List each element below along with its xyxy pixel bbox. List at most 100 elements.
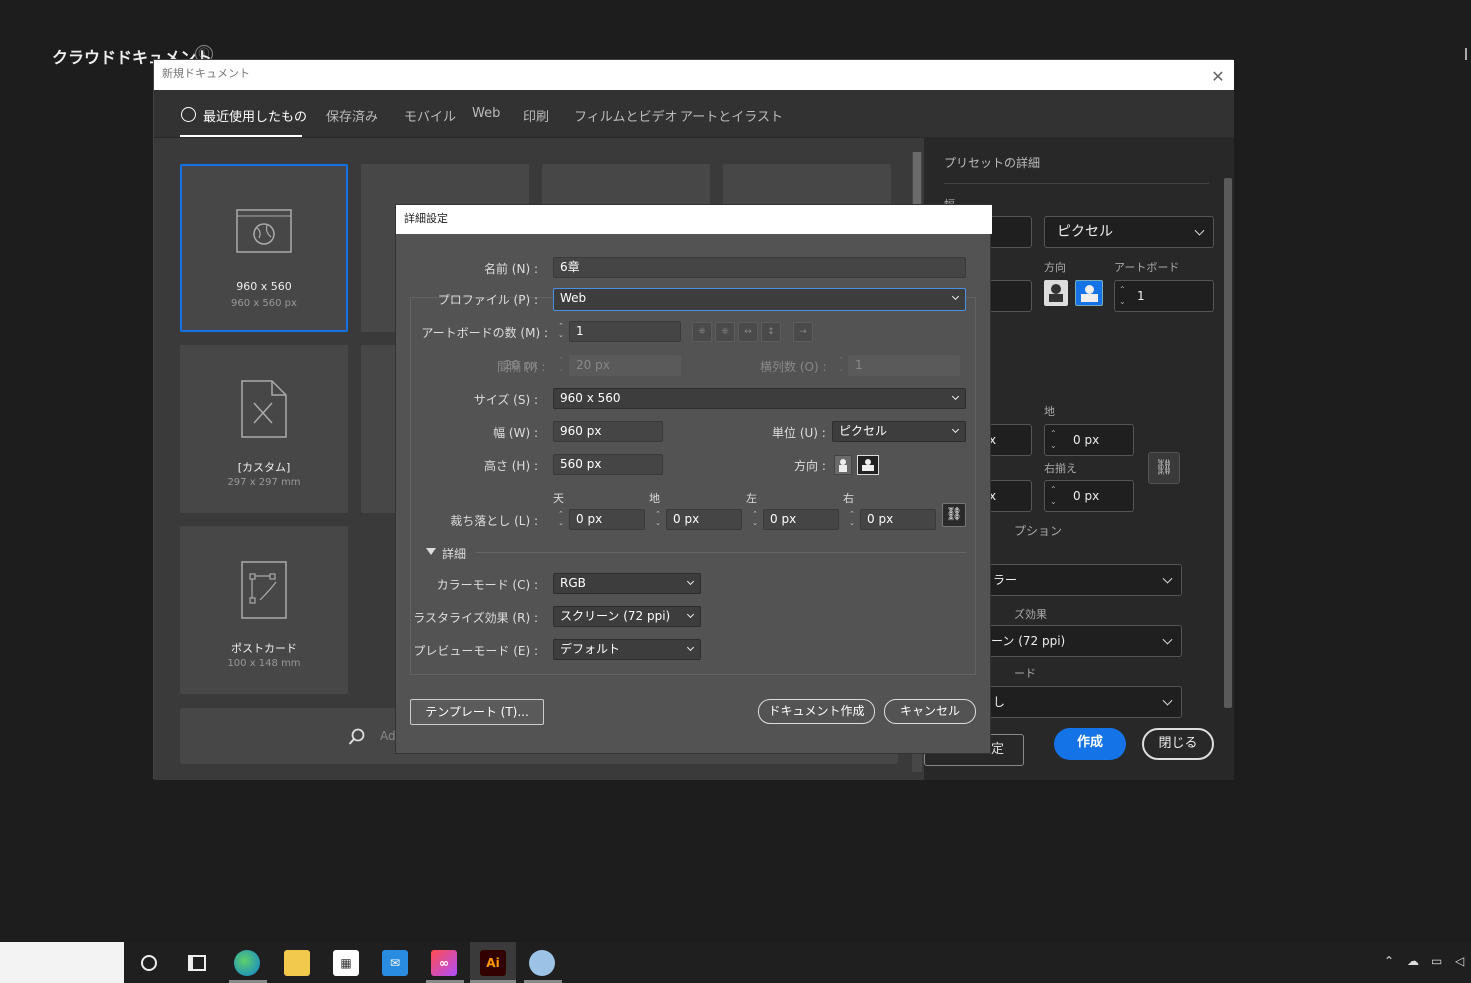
new-document-titlebar: 新規ドキュメント ✕ [154,60,1234,90]
taskbar-search-box[interactable] [0,942,124,983]
network-icon[interactable]: ▭ [1431,954,1442,968]
mail-icon[interactable]: ✉ [382,950,408,976]
unit-value: ピクセル [1057,224,1113,240]
bleed-bottom-input[interactable]: 0 px [666,509,742,530]
units-dropdown[interactable]: ピクセル [832,421,966,442]
preset-card-custom[interactable]: [カスタム] 297 x 297 mm [180,345,348,513]
profile-dropdown[interactable]: Web [553,288,966,311]
disclosure-triangle-icon[interactable] [426,548,436,555]
bleed-top-stepper[interactable]: ⌃ ⌄ [554,509,568,530]
category-tabs: 最近使用したもの 保存済み モバイル Web 印刷 フィルムとビデオ アートとイ… [154,90,1234,138]
height-input[interactable]: 560 px [553,454,663,475]
portrait-icon[interactable] [1044,280,1068,306]
width-label: 幅 (W) : [493,426,538,440]
tab-print[interactable]: 印刷 [523,106,549,125]
tab-web[interactable]: Web [472,106,500,121]
chevron-down-icon [951,392,960,401]
chevron-down-icon [1194,225,1205,236]
raster-value: ーン (72 ppi) [991,634,1066,648]
clock-icon [181,107,196,122]
template-button[interactable]: テンプレート (T)... [410,699,544,725]
columns-input: 1 [848,355,960,376]
create-document-button[interactable]: ドキュメント作成 [758,699,875,724]
chevron-down-icon [1162,573,1173,584]
arrange-by-row-icon[interactable]: ↔ [738,322,758,342]
color-mode-dropdown[interactable]: RGB [553,573,701,594]
tab-mobile[interactable]: モバイル [404,106,456,125]
cortana-icon[interactable] [141,955,157,971]
onedrive-icon[interactable]: ☁ [1407,954,1419,968]
bleed-right-stepper[interactable]: ⌃ ⌄ [845,509,859,530]
postcard-document-icon [241,561,287,619]
artboard-stepper[interactable]: 1 ⌃ ⌄ [1114,280,1214,312]
tab-recent[interactable]: 最近使用したもの [203,106,307,125]
volume-muted-icon[interactable]: ◁ [1455,954,1464,968]
width-input[interactable]: 960 px [553,421,663,442]
bleed-left-input[interactable]: 0 px [763,509,839,530]
illustrator-taskbar-item[interactable]: Ai [470,942,516,983]
units-label: 単位 (U) : [772,426,826,440]
right-bleed-field[interactable]: 0 px ⌃ ⌄ [1044,480,1134,512]
preset-card-postcard[interactable]: ポストカード 100 x 148 mm [180,526,348,694]
landscape-icon[interactable] [857,455,879,475]
creative-cloud-icon[interactable]: ∞ [431,950,457,976]
stepper-arrows[interactable]: ⌃ ⌄ [1119,284,1126,308]
advanced-label[interactable]: 詳細 [442,545,466,562]
landscape-icon[interactable] [1075,280,1103,306]
units-value: ピクセル [839,424,888,438]
edge-icon[interactable] [234,950,260,976]
stepper-arrows[interactable]: ⌃ ⌄ [1050,484,1057,508]
bleed-left-stepper[interactable]: ⌃ ⌄ [748,509,762,530]
bottom-label: 地 [1044,405,1055,418]
tray-overflow-icon[interactable]: ⌃ [1384,954,1394,968]
artboards-input[interactable]: 1 [569,321,681,342]
color-mode-value: RGB [560,576,586,590]
raster-dropdown[interactable]: スクリーン (72 ppi) [553,606,701,627]
grid-by-column-icon[interactable]: ⁜ [715,322,735,342]
unit-dropdown[interactable]: ピクセル [1044,216,1214,248]
card-title: [カスタム] [237,461,291,474]
portrait-icon[interactable] [834,455,852,475]
spacing-label-text: 間隔 (I) : [497,360,546,374]
close-icon[interactable]: ✕ [1208,63,1228,91]
task-view-icon[interactable] [188,955,206,971]
card-title: ポストカード [231,642,297,655]
preview-dropdown[interactable]: デフォルト [553,639,701,660]
preset-card-web[interactable]: 960 x 560 960 x 560 px [180,164,348,332]
grid-scroll-thumb[interactable] [913,152,921,204]
link-icon[interactable]: ⛓ [1148,452,1180,484]
paint-icon[interactable] [529,950,555,976]
link-bleed-icon[interactable]: ⛓ [942,503,966,527]
size-dropdown[interactable]: 960 x 560 [553,388,966,409]
explorer-icon[interactable] [284,950,310,976]
bleed-label: 裁ち落とし (L) : [450,514,538,528]
stepper-arrows[interactable]: ⌃ ⌄ [1050,428,1057,452]
chevron-down-icon [1162,634,1173,645]
arrange-by-column-icon[interactable]: ↕ [761,322,781,342]
web-document-icon [236,209,292,253]
right-value: 0 px [1073,489,1100,503]
artboards-stepper-arrows[interactable]: ⌃ ⌄ [554,321,568,342]
section-divider [476,552,966,553]
layout-direction-icon[interactable]: → [793,322,813,342]
preset-scrollbar[interactable] [1224,178,1232,708]
close-button[interactable]: 閉じる [1142,728,1214,760]
store-icon[interactable]: ▦ [333,950,359,976]
create-button[interactable]: 作成 [1054,728,1126,760]
spacing-input: 20 px [569,355,681,376]
grid-by-row-icon[interactable]: ⁜ [692,322,712,342]
taskbar: ▦ ✉ ∞ Ai ⌃ ☁ ▭ ◁ [0,942,1471,983]
tab-saved[interactable]: 保存済み [326,106,378,125]
name-input[interactable]: 6章 [553,257,966,278]
illustrator-icon: Ai [480,950,506,976]
bleed-bottom-stepper[interactable]: ⌃ ⌄ [651,509,665,530]
tab-film-video[interactable]: フィルムとビデオ [574,106,677,125]
bleed-top-input[interactable]: 0 px [569,509,645,530]
active-tab-underline [180,135,302,137]
bottom-bleed-field[interactable]: 0 px ⌃ ⌄ [1044,424,1134,456]
card-title: 960 x 560 [236,280,292,293]
cancel-button[interactable]: キャンセル [884,699,976,724]
card-size: 960 x 560 px [231,298,297,309]
bleed-right-input[interactable]: 0 px [860,509,936,530]
tab-art-illustration[interactable]: アートとイラスト [680,106,783,125]
